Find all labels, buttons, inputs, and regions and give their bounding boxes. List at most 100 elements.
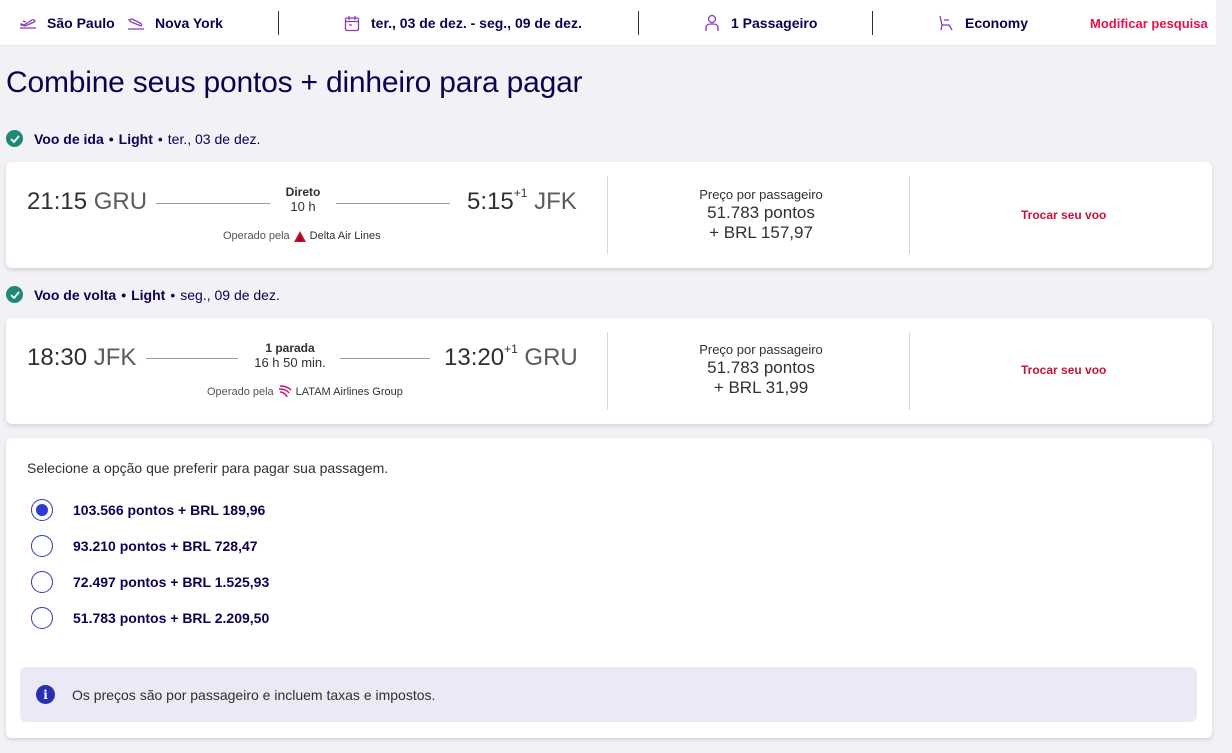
outbound-flight-card: 21:15 GRU Direto 10 h 5:15+1 JFK Operado… [6, 162, 1212, 268]
origin-label: São Paulo [47, 15, 115, 31]
modify-search-button[interactable]: Modificar pesquisa [1090, 0, 1228, 46]
calendar-icon [342, 13, 362, 33]
route-line [156, 203, 270, 204]
payment-option[interactable]: 72.497 pontos + BRL 1.525,93 [31, 571, 269, 593]
arrival-airport: JFK [534, 188, 577, 215]
day-offset: +1 [504, 342, 518, 356]
search-summary-bar: São Paulo Nova York ter., 03 de dez. - s… [0, 0, 1232, 46]
arrival: 13:20+1 GRU [444, 342, 578, 372]
arrival-time: 13:20 [444, 344, 505, 371]
stops-info: 1 parada 16 h 50 min. [240, 341, 340, 370]
payment-option[interactable]: 103.566 pontos + BRL 189,96 [31, 499, 265, 521]
day-offset: +1 [513, 186, 528, 200]
divider [909, 332, 910, 410]
divider [278, 11, 279, 35]
change-flight-button[interactable]: Trocar seu voo [1021, 208, 1106, 222]
stops-info: Direto 10 h [268, 185, 338, 214]
latam-logo-icon [278, 385, 292, 398]
departure-time: 18:30 [27, 344, 88, 371]
price-label: Preço por passageiro [699, 342, 823, 357]
departure-airport: GRU [93, 188, 148, 215]
route-line [146, 358, 238, 359]
arrival-airport: GRU [524, 344, 578, 371]
payment-option-label: 51.783 pontos + BRL 2.209,50 [73, 610, 270, 626]
separator-dot: • [121, 286, 127, 303]
delta-logo-icon [293, 230, 306, 242]
operated-by: Operado pela LATAM Airlines Group [207, 385, 403, 398]
price-points: 51.783 pontos [707, 203, 815, 222]
radio-button[interactable] [31, 499, 53, 521]
info-banner: i Os preços são por passageiro e incluem… [20, 667, 1197, 722]
divider [638, 11, 639, 35]
plane-landing-icon [126, 13, 146, 33]
operated-by: Operado pela Delta Air Lines [223, 230, 381, 242]
plane-takeoff-icon [18, 13, 38, 33]
check-icon [6, 286, 23, 303]
payment-option-label: 103.566 pontos + BRL 189,96 [73, 502, 266, 518]
fare-label: Light [131, 286, 166, 303]
stops-label: Direto [285, 185, 321, 199]
radio-button[interactable] [31, 535, 53, 557]
price-points: 51.783 pontos [707, 358, 815, 377]
price-brl: + BRL 31,99 [713, 378, 809, 397]
operated-prefix: Operado pela [223, 230, 290, 242]
payment-option-label: 72.497 pontos + BRL 1.525,93 [73, 574, 270, 590]
seat-icon [936, 13, 956, 33]
separator-dot: • [170, 286, 176, 303]
cabin-label: Economy [965, 15, 1029, 31]
separator-dot: • [108, 130, 114, 147]
price-per-passenger: Preço por passageiro 51.783 pontos + BRL… [659, 342, 863, 398]
stops-label: 1 parada [265, 341, 315, 355]
route-line [336, 203, 450, 204]
info-text: Os preços são por passageiro e incluem t… [72, 686, 436, 703]
passengers: 1 Passageiro [702, 0, 817, 46]
payment-options-card: Selecione a opção que preferir para paga… [6, 438, 1212, 738]
radio-button[interactable] [31, 607, 53, 629]
separator-dot: • [157, 130, 163, 147]
price-brl: + BRL 157,97 [709, 223, 813, 242]
price-per-passenger: Preço por passageiro 51.783 pontos + BRL… [659, 187, 863, 243]
departure: 18:30 JFK [27, 344, 136, 372]
divider [607, 176, 608, 254]
segment-label: Voo de volta [34, 286, 117, 303]
person-icon [702, 13, 722, 33]
departure-time: 21:15 [27, 188, 88, 215]
modify-search-label: Modificar pesquisa [1090, 15, 1208, 31]
scrollbar[interactable] [1216, 0, 1232, 753]
dates: ter., 03 de dez. - seg., 09 de dez. [342, 0, 582, 46]
arrival-time: 5:15 [467, 188, 514, 215]
segment-date: seg., 09 de dez. [180, 286, 280, 303]
destination: Nova York [126, 0, 223, 46]
page-title: Combine seus pontos + dinheiro para paga… [6, 66, 583, 99]
payment-option[interactable]: 93.210 pontos + BRL 728,47 [31, 535, 258, 557]
payment-option[interactable]: 51.783 pontos + BRL 2.209,50 [31, 607, 269, 629]
dates-label: ter., 03 de dez. - seg., 09 de dez. [371, 15, 582, 31]
change-flight-button[interactable]: Trocar seu voo [1021, 363, 1106, 377]
divider [909, 176, 910, 254]
origin: São Paulo [18, 0, 115, 46]
payment-option-label: 93.210 pontos + BRL 728,47 [73, 538, 258, 554]
divider [872, 11, 873, 35]
fare-label: Light [118, 130, 153, 147]
payment-prompt: Selecione a opção que preferir para paga… [27, 460, 389, 476]
outbound-header: Voo de ida • Light • ter., 03 de dez. [6, 130, 260, 147]
duration: 10 h [290, 199, 316, 214]
airline-name: LATAM Airlines Group [295, 385, 403, 398]
price-label: Preço por passageiro [699, 187, 823, 202]
check-icon [6, 130, 23, 147]
arrival: 5:15+1 JFK [467, 186, 577, 216]
departure: 21:15 GRU [27, 188, 147, 216]
radio-button[interactable] [31, 571, 53, 593]
cabin: Economy [936, 0, 1028, 46]
departure-airport: JFK [93, 344, 137, 371]
divider [607, 332, 608, 410]
operated-prefix: Operado pela [207, 385, 274, 398]
passengers-label: 1 Passageiro [731, 15, 818, 31]
info-icon: i [36, 685, 55, 704]
airline-name: Delta Air Lines [309, 230, 381, 242]
inbound-header: Voo de volta • Light • seg., 09 de dez. [6, 286, 280, 303]
route-line [340, 358, 430, 359]
destination-label: Nova York [155, 15, 223, 31]
inbound-flight-card: 18:30 JFK 1 parada 16 h 50 min. 13:20+1 … [6, 318, 1212, 424]
segment-date: ter., 03 de dez. [167, 130, 261, 147]
